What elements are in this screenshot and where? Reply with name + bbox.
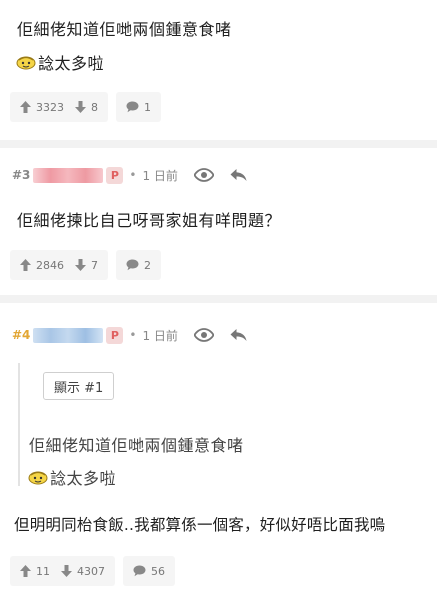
post-3-header: #3 P • 1 日前 bbox=[12, 166, 247, 184]
post-2-vote-button[interactable]: 3323 8 bbox=[10, 92, 108, 122]
gender-badge: P bbox=[106, 166, 124, 184]
post-4-header: #4 P • 1 日前 bbox=[12, 326, 247, 344]
thumbs-up-icon bbox=[20, 259, 31, 271]
separator-dot: • bbox=[129, 328, 137, 342]
reply-arrow-icon[interactable] bbox=[230, 328, 247, 342]
reply-arrow-icon[interactable] bbox=[230, 168, 247, 182]
username-blurred[interactable] bbox=[33, 167, 104, 183]
post-divider bbox=[0, 295, 437, 303]
thumbs-down-icon bbox=[61, 565, 72, 577]
reply-count: 1 bbox=[144, 100, 151, 114]
comment-icon bbox=[126, 259, 139, 271]
post-time: 1 日前 bbox=[142, 168, 178, 183]
post-4-content: 但明明同枱食飯..我都算係一個客，好似好唔比面我嗚 bbox=[14, 516, 386, 534]
thumbs-up-icon bbox=[20, 101, 31, 113]
comment-icon bbox=[133, 565, 146, 577]
quote-bar bbox=[18, 363, 20, 486]
post-4: #4 P • 1 日前 顯示 #1 佢細佬知道佢哋兩個鍾意食啫 諗太多啦 但明明… bbox=[0, 303, 437, 595]
downvote-count: 7 bbox=[91, 258, 98, 272]
post-4-actions: 11 4307 56 bbox=[10, 556, 175, 586]
post-3-reply-count-button[interactable]: 2 bbox=[116, 250, 161, 280]
eye-icon[interactable] bbox=[193, 168, 214, 182]
show-quote-button[interactable]: 顯示 #1 bbox=[43, 372, 115, 400]
post-3-content: 佢細佬揀比自己呀哥家姐有咩問題？ bbox=[17, 211, 282, 230]
emoji-sticker-icon bbox=[28, 471, 48, 485]
upvote-count: 2846 bbox=[36, 258, 64, 272]
post-2-content-line2: 諗太多啦 bbox=[15, 50, 104, 74]
post-3-vote-button[interactable]: 2846 7 bbox=[10, 250, 108, 280]
post-divider bbox=[0, 140, 437, 148]
separator-dot: • bbox=[129, 168, 137, 182]
post-2-reply-count-button[interactable]: 1 bbox=[116, 92, 161, 122]
post-4-reply-count-button[interactable]: 56 bbox=[123, 556, 175, 586]
eye-icon[interactable] bbox=[193, 328, 214, 342]
post-2: 佢細佬知道佢哋兩個鍾意食啫 諗太多啦 3323 8 1 bbox=[0, 0, 437, 140]
upvote-count: 3323 bbox=[36, 100, 64, 114]
comment-icon bbox=[126, 101, 139, 113]
emoji-sticker-icon bbox=[16, 56, 36, 70]
thumbs-up-icon bbox=[20, 565, 31, 577]
reply-count: 56 bbox=[151, 564, 165, 578]
thumbs-down-icon bbox=[75, 101, 86, 113]
gender-badge: P bbox=[106, 326, 124, 344]
post-3-actions: 2846 7 2 bbox=[10, 250, 161, 280]
downvote-count: 8 bbox=[91, 100, 98, 114]
quote-content-line1: 佢細佬知道佢哋兩個鍾意食啫 bbox=[29, 436, 244, 455]
username-blurred[interactable] bbox=[33, 327, 104, 343]
reply-count: 2 bbox=[144, 258, 151, 272]
post-4-vote-button[interactable]: 11 4307 bbox=[10, 556, 115, 586]
post-number: #4 bbox=[12, 328, 31, 342]
post-3: #3 P • 1 日前 佢細佬揀比自己呀哥家姐有咩問題？ 2846 7 2 bbox=[0, 148, 437, 295]
post-number: #3 bbox=[12, 168, 31, 182]
quote-content-line2: 諗太多啦 bbox=[27, 465, 116, 489]
quote-content-line2-text: 諗太多啦 bbox=[50, 469, 117, 488]
post-2-actions: 3323 8 1 bbox=[10, 92, 161, 122]
post-2-content-line1: 佢細佬知道佢哋兩個鍾意食啫 bbox=[17, 20, 232, 39]
upvote-count: 11 bbox=[36, 564, 50, 578]
downvote-count: 4307 bbox=[77, 564, 105, 578]
post-time: 1 日前 bbox=[142, 328, 178, 343]
post-2-content-line2-text: 諗太多啦 bbox=[38, 54, 105, 73]
thumbs-down-icon bbox=[75, 259, 86, 271]
